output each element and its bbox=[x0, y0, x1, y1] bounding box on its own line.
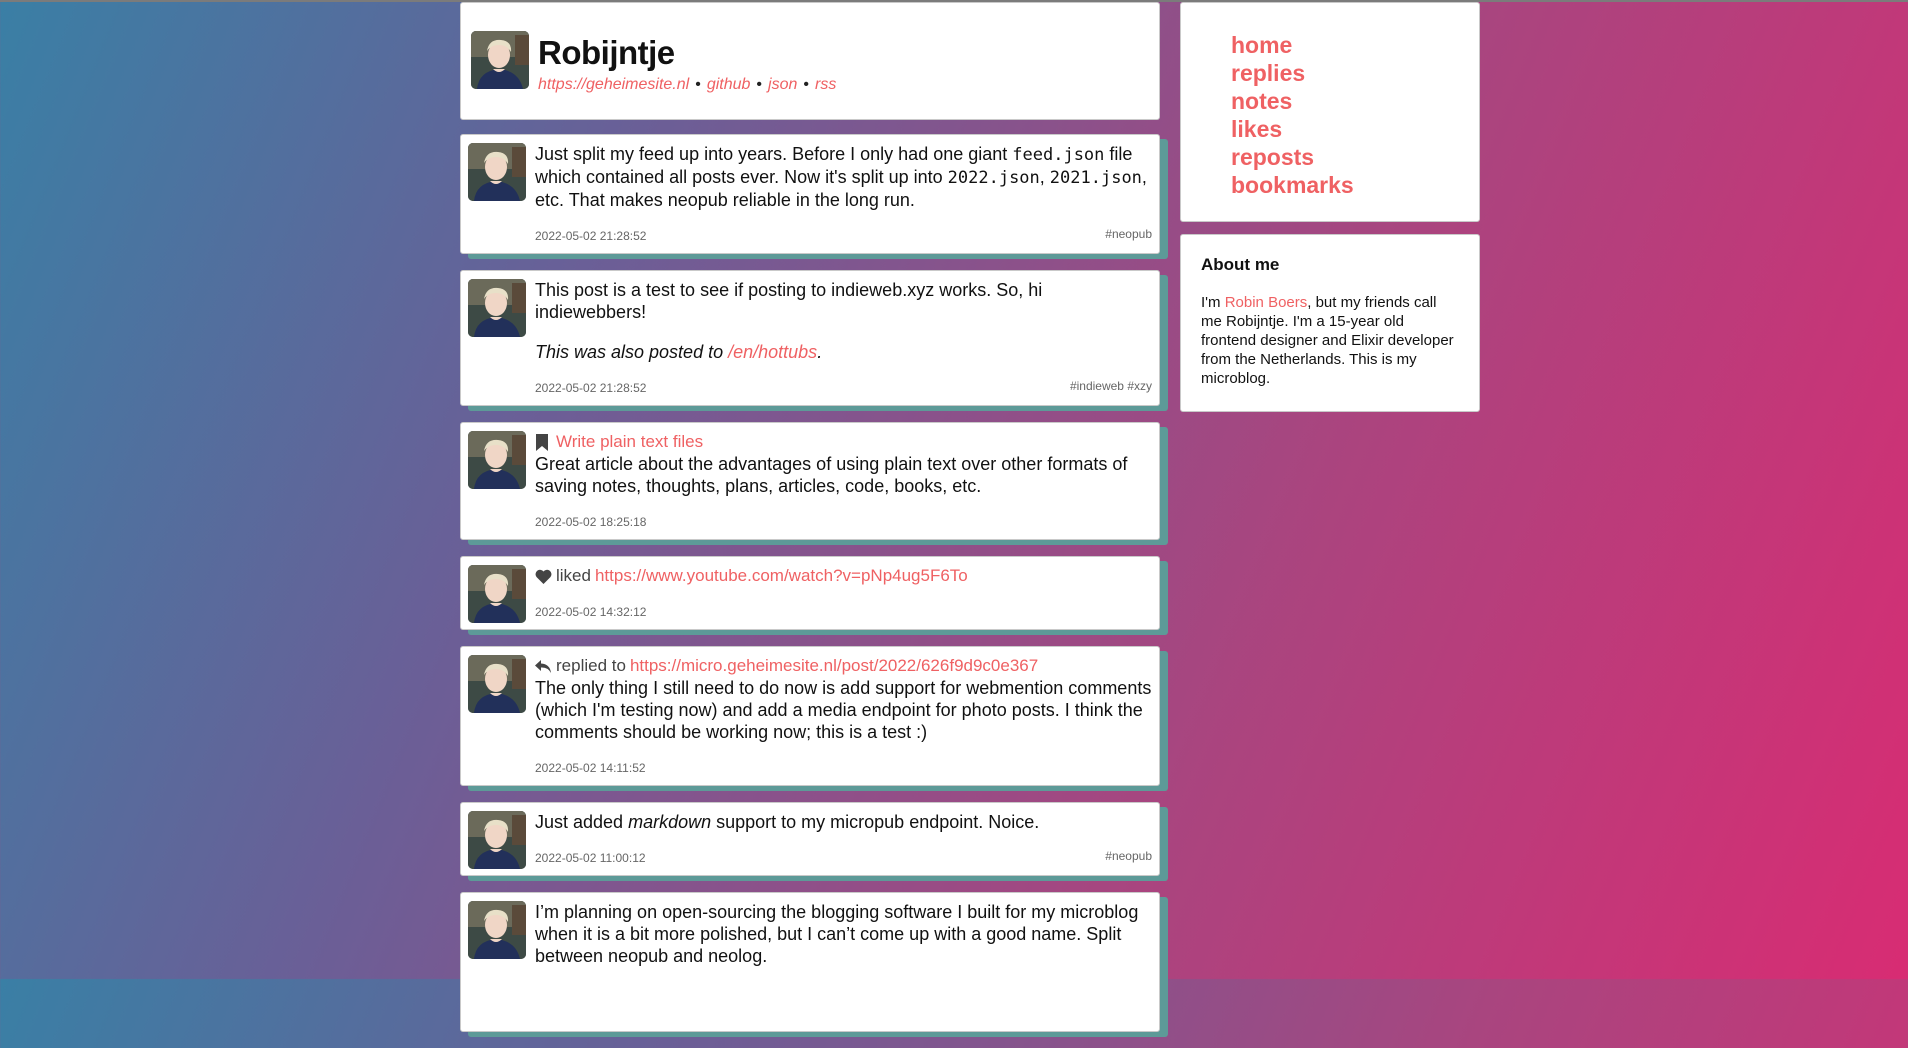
json-link[interactable]: json bbox=[768, 76, 797, 93]
avatar[interactable] bbox=[468, 431, 526, 489]
avatar[interactable] bbox=[468, 143, 526, 201]
main-column: Robijntje https://geheimesite.nl • github •… bbox=[460, 2, 1160, 1048]
post-content: replied to https://micro.geheimesite.nl/… bbox=[535, 655, 1153, 742]
post-card: liked https://www.youtube.com/watch?v=pN… bbox=[460, 556, 1160, 630]
nav-likes[interactable]: likes bbox=[1231, 115, 1479, 143]
syndication-link[interactable]: /en/hottubs bbox=[728, 342, 817, 362]
about-text: I'm Robin Boers, but my friends call me … bbox=[1201, 294, 1454, 387]
post-card: Just added markdown support to my microp… bbox=[460, 802, 1160, 876]
bookmark-line: Write plain text files bbox=[535, 431, 1153, 453]
avatar[interactable] bbox=[468, 811, 526, 869]
post-card: Write plain text files Great article abo… bbox=[460, 422, 1160, 540]
rss-link[interactable]: rss bbox=[815, 76, 836, 93]
avatar[interactable] bbox=[468, 901, 526, 959]
inline-code: 2022.json bbox=[947, 168, 1040, 188]
bookmark-icon bbox=[535, 433, 552, 451]
post-date[interactable]: 2022-05-02 21:28:52 bbox=[535, 381, 646, 395]
post-content: Write plain text files Great article abo… bbox=[535, 423, 1159, 497]
reply-icon bbox=[535, 658, 552, 675]
heart-icon bbox=[535, 568, 552, 585]
post-date[interactable]: 2022-05-02 18:25:18 bbox=[535, 515, 646, 529]
post-content: Just added markdown support to my microp… bbox=[535, 812, 1040, 832]
profile-links: https://geheimesite.nl • github • json • rss bbox=[538, 76, 837, 93]
avatar[interactable] bbox=[468, 279, 526, 337]
inline-code: feed.json bbox=[1012, 145, 1105, 165]
post-content: This post is a test to see if posting to… bbox=[535, 271, 1159, 363]
reply-url-link[interactable]: https://micro.geheimesite.nl/post/2022/6… bbox=[630, 655, 1038, 677]
post-tags[interactable]: #indieweb #xzy bbox=[1070, 379, 1152, 393]
avatar[interactable] bbox=[468, 565, 526, 623]
liked-url-link[interactable]: https://www.youtube.com/watch?v=pNp4ug5F… bbox=[595, 565, 968, 587]
profile-name: Robijntje bbox=[538, 34, 675, 71]
post-content: Just split my feed up into years. Before… bbox=[535, 144, 1147, 210]
website-link[interactable]: https://geheimesite.nl bbox=[538, 76, 689, 93]
like-line: liked https://www.youtube.com/watch?v=pN… bbox=[535, 565, 1153, 587]
action-label: liked bbox=[556, 566, 591, 585]
avatar[interactable] bbox=[471, 31, 529, 89]
post-tags[interactable]: #neopub bbox=[1105, 849, 1152, 863]
post-card: I’m planning on open-sourcing the bloggi… bbox=[460, 892, 1160, 1032]
post-content: I’m planning on open-sourcing the bloggi… bbox=[535, 902, 1139, 966]
post-date[interactable]: 2022-05-02 11:00:12 bbox=[535, 851, 646, 865]
post-tags[interactable]: #neopub bbox=[1105, 227, 1152, 241]
reply-line: replied to https://micro.geheimesite.nl/… bbox=[535, 655, 1153, 677]
about-title: About me bbox=[1201, 255, 1280, 274]
post-date[interactable]: 2022-05-02 21:28:52 bbox=[535, 229, 646, 243]
action-label: replied to bbox=[556, 656, 626, 675]
nav-reposts[interactable]: reposts bbox=[1231, 143, 1479, 171]
inline-code: 2021.json bbox=[1049, 168, 1142, 188]
nav-bookmarks[interactable]: bookmarks bbox=[1231, 171, 1479, 199]
bookmark-link[interactable]: Write plain text files bbox=[556, 431, 703, 453]
about-card: About me I'm Robin Boers, but my friends… bbox=[1180, 234, 1480, 412]
post-card: Just split my feed up into years. Before… bbox=[460, 134, 1160, 254]
author-link[interactable]: Robin Boers bbox=[1225, 294, 1308, 311]
sidebar: home replies notes likes reposts bookmar… bbox=[1180, 2, 1480, 412]
post-card: replied to https://micro.geheimesite.nl/… bbox=[460, 646, 1160, 786]
post-date[interactable]: 2022-05-02 14:11:52 bbox=[535, 761, 646, 775]
nav-menu: home replies notes likes reposts bookmar… bbox=[1180, 2, 1480, 222]
post-date[interactable]: 2022-05-02 14:32:12 bbox=[535, 605, 646, 619]
github-link[interactable]: github bbox=[707, 76, 751, 93]
post-card: This post is a test to see if posting to… bbox=[460, 270, 1160, 406]
avatar[interactable] bbox=[468, 655, 526, 713]
post-content: liked https://www.youtube.com/watch?v=pN… bbox=[535, 557, 1159, 587]
nav-replies[interactable]: replies bbox=[1231, 59, 1479, 87]
syndication-note: This was also posted to /en/hottubs. bbox=[535, 342, 823, 362]
nav-notes[interactable]: notes bbox=[1231, 87, 1479, 115]
profile-card: Robijntje https://geheimesite.nl • github •… bbox=[460, 2, 1160, 120]
nav-home[interactable]: home bbox=[1231, 31, 1479, 59]
